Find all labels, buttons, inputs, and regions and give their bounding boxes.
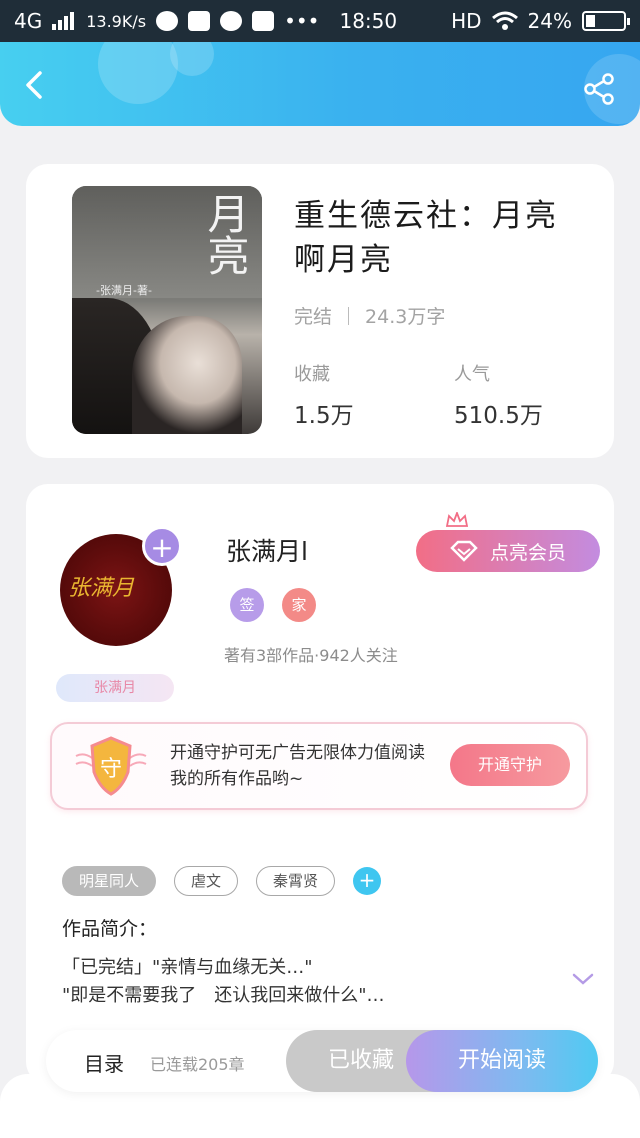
author-stats: 著有3部作品·942人关注 <box>224 646 398 665</box>
intro-text: 「已完结」"亲情与血缘无关…" "即是不需要我了 还认我回来做什么"… <box>62 957 385 1006</box>
book-meta: 完结 24.3万字 <box>294 302 445 329</box>
author-name-ribbon: 张满月 <box>56 674 174 702</box>
favorites-stat: 收藏 1.5万 <box>294 360 354 430</box>
book-info-card: 月亮 -张满月-著- 重生德云社：月亮啊月亮 完结 24.3万字 收藏 1.5万… <box>26 164 614 458</box>
diamond-icon <box>450 540 478 562</box>
add-tag-button[interactable]: + <box>353 867 382 895</box>
popularity-label: 人气 <box>454 364 490 385</box>
decor-bubble <box>98 42 178 104</box>
favorites-value: 1.5万 <box>294 403 354 429</box>
status-bar: 4G 13.9K/s ••• 18:50 HD 24% <box>0 0 640 42</box>
book-title: 重生德云社：月亮啊月亮 <box>294 198 558 278</box>
cover-portrait <box>132 316 242 434</box>
mail-icon <box>252 11 275 31</box>
open-guard-button[interactable]: 开通守护 <box>450 744 570 786</box>
popularity-stat: 人气 510.5万 <box>454 360 543 430</box>
tag-item[interactable]: 虐文 <box>174 866 239 896</box>
wifi-icon <box>491 11 518 30</box>
tag-list: 明星同人 虐文 秦霄贤 + <box>62 866 382 896</box>
family-badge: 家 <box>282 588 316 622</box>
word-count: 24.3万字 <box>365 306 446 328</box>
cover-author-text: -张满月-著- <box>96 284 152 297</box>
bottom-action-bar: 目录 已连载205章 已收藏 开始阅读 <box>46 1030 598 1092</box>
share-icon[interactable] <box>582 72 616 106</box>
more-dots-icon: ••• <box>284 9 320 33</box>
guard-banner[interactable]: 守 开通守护可无广告无限体力值阅读我的所有作品哟~ 开通守护 <box>50 722 588 810</box>
clock: 18:50 <box>339 9 398 33</box>
intro-title: 作品简介： <box>62 918 158 940</box>
tag-item[interactable]: 明星同人 <box>62 866 157 896</box>
cover-title-text: 月亮 <box>201 192 250 276</box>
popularity-value: 510.5万 <box>454 403 543 429</box>
vip-button[interactable]: 点亮会员 <box>416 530 600 572</box>
chevron-down-icon[interactable] <box>572 972 594 986</box>
divider <box>348 306 350 325</box>
battery-icon <box>582 11 630 31</box>
tag-item[interactable]: 秦霄贤 <box>256 866 336 896</box>
book-status: 完结 <box>294 306 333 328</box>
start-reading-button[interactable]: 开始阅读 <box>406 1030 598 1092</box>
vip-button-label: 点亮会员 <box>489 541 566 564</box>
signed-badge: 签 <box>230 588 264 622</box>
network-label: 4G <box>14 9 43 33</box>
author-card: 张满月 + 张满月l 点亮会员 签 家 著有3部作品·942人关注 张满月 守 … <box>26 484 614 1084</box>
guard-icon-text: 守 <box>100 757 122 782</box>
app-icon <box>188 11 211 31</box>
browser-icon <box>156 11 179 31</box>
back-arrow-icon[interactable] <box>20 70 50 100</box>
guard-shield-icon: 守 <box>75 736 147 796</box>
toc-button[interactable]: 目录 <box>84 1048 124 1077</box>
network-speed: 13.9K/s <box>86 11 147 31</box>
hd-label: HD <box>451 9 482 33</box>
avatar-signature: 张满月 <box>68 576 135 601</box>
book-cover[interactable]: 月亮 -张满月-著- <box>72 186 262 434</box>
header-bar <box>0 42 640 126</box>
favorites-label: 收藏 <box>294 364 330 385</box>
chapter-count: 已连载205章 <box>150 1055 245 1074</box>
crown-icon <box>446 512 468 527</box>
signal-icon <box>52 12 75 30</box>
author-name[interactable]: 张满月l <box>226 532 308 568</box>
battery-percent: 24% <box>527 9 572 33</box>
video-icon <box>220 11 243 31</box>
follow-plus-button[interactable]: + <box>142 526 182 566</box>
guard-description: 开通守护可无广告无限体力值阅读我的所有作品哟~ <box>170 743 425 789</box>
